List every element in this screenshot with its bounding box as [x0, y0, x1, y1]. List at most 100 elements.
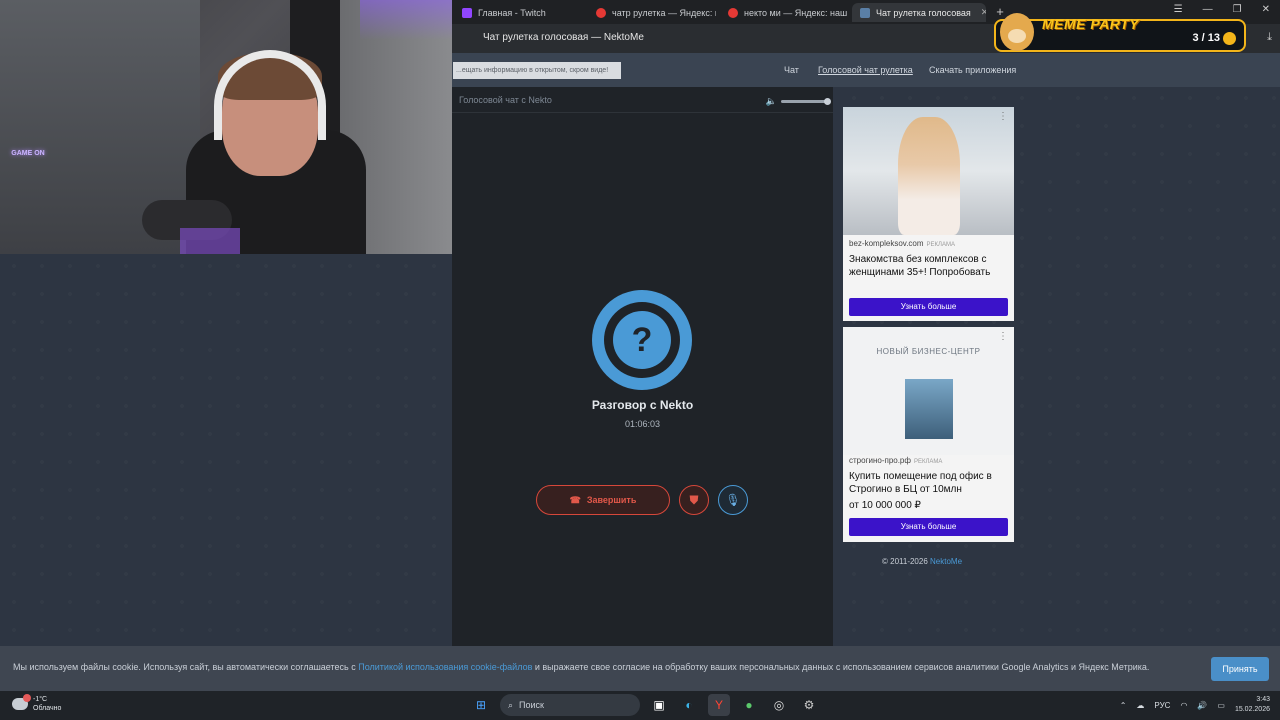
question-mark-icon: ? [613, 311, 671, 369]
tab-label: чатр рулетка — Яндекс: н [612, 7, 716, 18]
copyright: © 2011-2026 NektoMe [882, 557, 962, 566]
windows-start-icon[interactable]: ⊞ [470, 694, 492, 716]
ad-learn-more-button[interactable]: Узнать больше [849, 298, 1008, 316]
webcam-feed: GAME ON [0, 0, 452, 254]
brand-link[interactable]: NektoMe [930, 557, 962, 566]
yandex-browser-icon[interactable]: Y [708, 694, 730, 716]
search-label: Поиск [519, 700, 544, 710]
ad-price: от 10 000 000 ₽ [849, 500, 921, 511]
tab-twitch[interactable]: Главная - Twitch [454, 3, 586, 22]
task-view-icon[interactable]: ▣ [648, 694, 670, 716]
tray-app-icon[interactable]: ☁ [1136, 701, 1144, 710]
neon-sign: GAME ON [11, 150, 45, 157]
chat-header: Голосовой чат с Nekto 🔈 [452, 87, 833, 113]
taskbar: -1°C Облачно ⊞ ⌕ Поиск ▣ ◐ Y ● ◎ ⚙ ⌃ ☁ Р… [0, 691, 1280, 720]
building-image [905, 379, 953, 439]
edge-browser-icon[interactable]: ◐ [678, 694, 700, 716]
tray-expand-icon[interactable]: ⌃ [1120, 701, 1127, 710]
tab-nektome[interactable]: Чат рулетка голосовая ✕ [852, 3, 986, 22]
meme-party-overlay: MEME PARTY 3 / 13 [994, 13, 1246, 52]
volume-slider[interactable] [781, 98, 831, 105]
shield-alert-icon: ⛊ [689, 492, 699, 507]
ad-photo-person [898, 117, 960, 235]
microphone-icon: 🎙 [725, 493, 741, 507]
meme-party-count: 3 / 13 [1192, 32, 1220, 44]
tab-label: некто ми — Яндекс: наш [744, 7, 848, 18]
clock-date: 15.02.2026 [1234, 706, 1270, 713]
twitch-favicon-icon [462, 7, 472, 18]
cookie-text: Мы используем файлы cookie. Используя са… [13, 662, 1149, 672]
nav-download-apps[interactable]: Скачать приложения [929, 65, 1016, 75]
ad-domain: bez-kompleksov.com РЕКЛАМА [849, 239, 955, 248]
ad-headline[interactable]: Купить помещение под офис в Строгино в Б… [849, 470, 1011, 496]
ad-image: НОВЫЙ БИЗНЕС-ЦЕНТР [843, 327, 1014, 455]
volume-knob[interactable] [824, 98, 831, 105]
close-window-icon[interactable]: ✕ [1262, 4, 1270, 15]
call-timer: 01:06:03 [624, 419, 661, 429]
ad-learn-more-button[interactable]: Узнать больше [849, 518, 1008, 536]
report-button[interactable]: ⛊ [679, 485, 709, 515]
cookie-policy-link[interactable]: Политикой использования cookie-файлов [358, 662, 532, 672]
maximize-icon[interactable]: ❐ [1233, 4, 1242, 15]
system-tray: ⌃ ☁ РУС ◠ 🔊 ▭ 3:43 15.02.2026 [1120, 695, 1270, 715]
ad-domain: строгино-про.рф РЕКЛАМА [849, 456, 942, 465]
green-app-icon[interactable]: ● [738, 694, 760, 716]
menu-icon[interactable]: ☰ [1174, 4, 1183, 15]
download-icon[interactable]: ⤓ [1267, 31, 1272, 44]
site-header: ...ещать информацию в открытом, скром ви… [452, 53, 1280, 87]
minimize-icon[interactable]: — [1203, 4, 1213, 15]
system-clock[interactable]: 3:43 15.02.2026 [1235, 695, 1270, 715]
conversation-title: Разговор с Nekto [591, 398, 694, 412]
microphone-toggle-button[interactable]: 🎙 [718, 485, 748, 515]
taskbar-apps: ⊞ ⌕ Поиск ▣ ◐ Y ● ◎ ⚙ [470, 694, 820, 716]
ad-options-icon[interactable]: ⋮ [998, 111, 1008, 122]
nav-chat[interactable]: Чат [784, 65, 799, 75]
cloud-icon [12, 694, 31, 710]
ad-image-heading: НОВЫЙ БИЗНЕС-ЦЕНТР [876, 347, 981, 356]
ad-image [843, 107, 1014, 235]
yandex-favicon-icon [596, 7, 606, 18]
speaker-icon: 🔈 [765, 96, 777, 106]
weather-condition: Облачно [33, 705, 62, 712]
tab-close-icon[interactable]: ✕ [981, 7, 986, 18]
ad-banner-office[interactable]: НОВЫЙ БИЗНЕС-ЦЕНТР ⋮ строгино-про.рф РЕКЛ… [843, 327, 1014, 542]
nav-voice-chat[interactable]: Голосовой чат рулетка [818, 65, 913, 75]
ad-options-icon[interactable]: ⋮ [998, 331, 1008, 342]
voice-chat-panel: Голосовой чат с Nekto 🔈 ? Разговор с Nek… [452, 87, 833, 646]
safety-notice: ...ещать информацию в открытом, скром ви… [453, 62, 621, 79]
cookie-accept-button[interactable]: Принять [1211, 657, 1269, 681]
tab-yandex-roulette[interactable]: чатр рулетка — Яндекс: н [588, 3, 716, 22]
clock-time: 3:43 [1256, 696, 1270, 703]
volume-icon[interactable]: 🔊 [1197, 701, 1207, 710]
tab-label: Главная - Twitch [478, 7, 546, 18]
ad-banner-dating[interactable]: ⋮ bez-kompleksov.com РЕКЛАМА Знакомства б… [843, 107, 1014, 321]
page-title: Чат рулетка голосовая — NektoMe [483, 32, 644, 43]
battery-icon[interactable]: ▭ [1217, 701, 1225, 710]
cookie-banner: Мы используем файлы cookie. Используя са… [0, 646, 1280, 691]
tab-label: Чат рулетка голосовая [876, 7, 971, 18]
ad-domain-text: bez-kompleksov.com [849, 239, 924, 248]
nekto-favicon-icon [860, 7, 870, 18]
end-call-button[interactable]: ☎ Завершить [536, 485, 670, 515]
tab-yandex-nekto[interactable]: некто ми — Яндекс: наш [720, 3, 850, 22]
coin-icon [1223, 32, 1236, 45]
volume-control[interactable]: 🔈 [765, 96, 831, 107]
copyright-text: © 2011-2026 [882, 557, 928, 566]
wifi-icon[interactable]: ◠ [1180, 701, 1187, 710]
tray-lang[interactable]: РУС [1154, 701, 1170, 710]
end-call-label: Завершить [586, 495, 637, 505]
search-icon: ⌕ [508, 699, 514, 710]
ad-tag: РЕКЛАМА [926, 242, 955, 248]
recording-app-icon[interactable]: ◎ [768, 694, 790, 716]
ad-domain-text: строгино-про.рф [849, 456, 911, 465]
weather-widget[interactable]: -1°C Облачно [12, 694, 62, 713]
cookie-text-after: и выражаете свое согласие на обработку в… [534, 662, 1150, 672]
ad-headline[interactable]: Знакомства без комплексов с женщинами 35… [849, 253, 1011, 279]
settings-icon[interactable]: ⚙ [798, 694, 820, 716]
partner-avatar: ? [592, 290, 692, 390]
yandex-favicon-icon [728, 7, 738, 18]
webcam-light [360, 0, 452, 40]
taskbar-search[interactable]: ⌕ Поиск [500, 694, 640, 716]
doge-icon [1000, 13, 1034, 51]
chat-header-title: Голосовой чат с Nekto [459, 95, 552, 105]
